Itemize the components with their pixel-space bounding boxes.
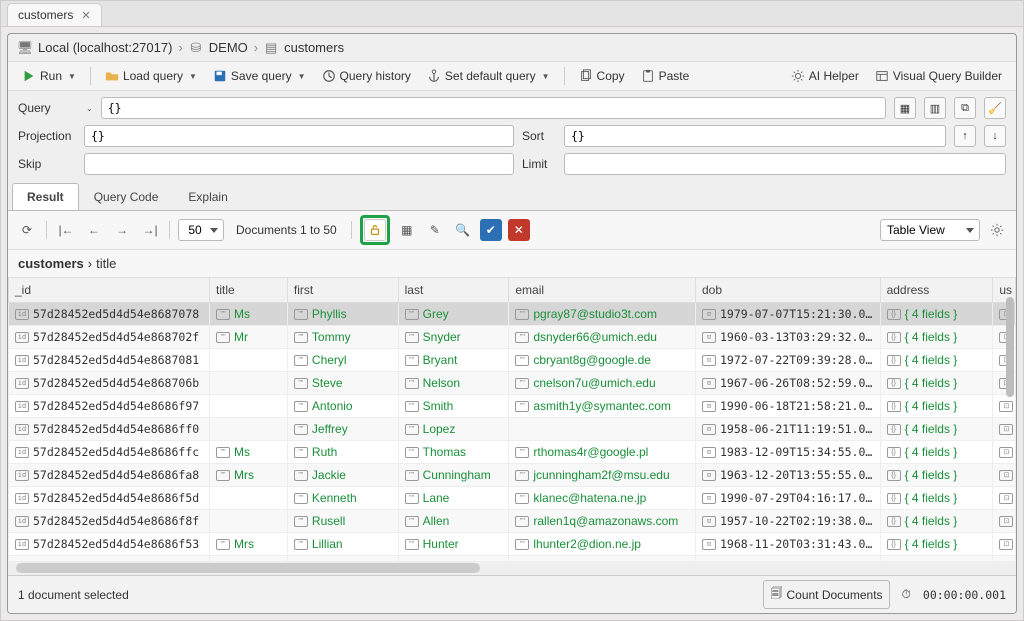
breadcrumb-collection[interactable]: customers xyxy=(284,40,344,55)
view-mode-select[interactable]: Table View xyxy=(880,219,980,241)
history-icon xyxy=(322,69,336,83)
horizontal-scrollbar[interactable] xyxy=(16,563,480,573)
table-row[interactable]: id57d28452ed5d4d54e8687078""Ms""Phyllis"… xyxy=(9,303,1016,326)
results-grid[interactable]: _idtitlefirstlastemaildobaddressus id57d… xyxy=(8,277,1016,561)
query-label: Query xyxy=(18,101,76,115)
tab-query-code[interactable]: Query Code xyxy=(79,183,174,210)
clock-icon: ⏱ xyxy=(902,587,911,602)
breadcrumb: 🖥 Local (localhost:27017) › ⛁ DEMO › ▤ c… xyxy=(8,34,1016,61)
paste-icon xyxy=(641,69,655,83)
count-documents-button[interactable]: 🗐 Count Documents xyxy=(763,580,889,609)
folder-icon xyxy=(105,69,119,83)
column-header[interactable]: title xyxy=(209,278,287,303)
breadcrumb-host[interactable]: Local (localhost:27017) xyxy=(38,40,172,55)
save-icon xyxy=(213,69,227,83)
query-opt-2[interactable]: ▥ xyxy=(924,97,946,119)
skip-input[interactable] xyxy=(84,153,514,175)
tab-title: customers xyxy=(18,8,73,22)
column-header[interactable]: _id xyxy=(9,278,210,303)
unlock-icon xyxy=(368,223,382,237)
table-row[interactable]: id57d28452ed5d4d54e8686f8f""Rusell""Alle… xyxy=(9,510,1016,533)
collection-icon: ▤ xyxy=(264,41,278,55)
limit-input[interactable] xyxy=(564,153,1006,175)
next-page-button[interactable]: → xyxy=(111,219,133,241)
table-row[interactable]: id57d28452ed5d4d54e8686fa8""Mrs""Jackie"… xyxy=(9,464,1016,487)
copy-button[interactable]: Copy xyxy=(573,66,631,86)
table-row[interactable]: id57d28452ed5d4d54e8686ffc""Ms""Ruth""Th… xyxy=(9,441,1016,464)
run-button[interactable]: Run▼ xyxy=(16,66,82,86)
chevron-down-icon[interactable]: ⌄ xyxy=(86,104,93,113)
paste-button[interactable]: Paste xyxy=(635,66,696,86)
table-row[interactable]: id57d28452ed5d4d54e868706b""Steve""Nelso… xyxy=(9,372,1016,395)
breadcrumb-db[interactable]: DEMO xyxy=(209,40,248,55)
settings-button[interactable] xyxy=(986,219,1008,241)
collection-path: customers › title xyxy=(8,250,1016,277)
table-row[interactable]: id57d28452ed5d4d54e8686f95""Jim""Morris⊡… xyxy=(9,556,1016,562)
column-header[interactable]: last xyxy=(398,278,509,303)
query-opt-3[interactable]: ⧉ xyxy=(954,97,976,119)
limit-label: Limit xyxy=(522,157,556,171)
delete-button[interactable]: ✕ xyxy=(508,219,530,241)
table-row[interactable]: id57d28452ed5d4d54e8686ff0""Jeffrey""Lop… xyxy=(9,418,1016,441)
view-doc-button[interactable]: 🔍 xyxy=(452,219,474,241)
visual-query-builder-button[interactable]: Visual Query Builder xyxy=(869,66,1008,86)
table-row[interactable]: id57d28452ed5d4d54e8687081""Cheryl""Brya… xyxy=(9,349,1016,372)
execution-time: 00:00:00.001 xyxy=(923,588,1006,602)
tab-explain[interactable]: Explain xyxy=(173,183,242,210)
count-icon: 🗐 xyxy=(770,584,782,605)
tab-result[interactable]: Result xyxy=(12,183,79,210)
query-opt-1[interactable]: ▦ xyxy=(894,97,916,119)
gear-icon xyxy=(990,223,1004,237)
save-query-button[interactable]: Save query▼ xyxy=(207,66,312,86)
builder-icon xyxy=(875,69,889,83)
selection-status: 1 document selected xyxy=(18,588,129,602)
result-tabs: Result Query Code Explain xyxy=(8,183,1016,211)
prev-page-button[interactable]: ← xyxy=(83,219,105,241)
play-icon xyxy=(22,69,36,83)
page-size-select[interactable]: 50 xyxy=(178,219,224,241)
set-default-query-button[interactable]: Set default query▼ xyxy=(421,66,556,86)
column-header[interactable]: email xyxy=(509,278,696,303)
host-icon: 🖥 xyxy=(18,41,32,55)
close-icon[interactable]: ✕ xyxy=(81,9,90,22)
last-page-button[interactable]: →| xyxy=(139,219,161,241)
load-query-button[interactable]: Load query▼ xyxy=(99,66,203,86)
edit-doc-button[interactable]: ✎ xyxy=(424,219,446,241)
check-button[interactable]: ✔ xyxy=(480,219,502,241)
skip-label: Skip xyxy=(18,157,76,171)
anchor-icon xyxy=(427,69,441,83)
tab-strip: customers ✕ xyxy=(1,1,1023,27)
query-input[interactable] xyxy=(101,97,886,119)
document-tab[interactable]: customers ✕ xyxy=(7,3,102,26)
highlighted-unlock xyxy=(360,215,390,245)
table-row[interactable]: id57d28452ed5d4d54e8686f97""Antonio""Smi… xyxy=(9,395,1016,418)
query-history-button[interactable]: Query history xyxy=(316,66,417,86)
sort-label: Sort xyxy=(522,129,556,143)
unlock-button[interactable] xyxy=(364,219,386,241)
copy-icon xyxy=(579,69,593,83)
sort-desc-button[interactable]: ↓ xyxy=(984,125,1006,147)
result-toolbar: ⟳ |← ← → →| 50 Documents 1 to 50 ▦ ✎ 🔍 ✔… xyxy=(8,211,1016,250)
column-header[interactable]: dob xyxy=(696,278,881,303)
sort-asc-button[interactable]: ↑ xyxy=(954,125,976,147)
table-row[interactable]: id57d28452ed5d4d54e8686f53""Mrs""Lillian… xyxy=(9,533,1016,556)
table-row[interactable]: id57d28452ed5d4d54e8686f5d""Kenneth""Lan… xyxy=(9,487,1016,510)
table-row[interactable]: id57d28452ed5d4d54e868702f""Mr""Tommy""S… xyxy=(9,326,1016,349)
projection-label: Projection xyxy=(18,129,76,143)
main-toolbar: Run▼ Load query▼ Save query▼ Query histo… xyxy=(8,61,1016,91)
column-header[interactable]: first xyxy=(287,278,398,303)
status-bar: 1 document selected 🗐 Count Documents ⏱ … xyxy=(8,575,1016,613)
refresh-button[interactable]: ⟳ xyxy=(16,219,38,241)
sort-input[interactable] xyxy=(564,125,946,147)
clear-button[interactable]: 🧹 xyxy=(984,97,1006,119)
projection-input[interactable] xyxy=(84,125,514,147)
database-icon: ⛁ xyxy=(189,41,203,55)
document-range: Documents 1 to 50 xyxy=(236,223,337,237)
first-page-button[interactable]: |← xyxy=(55,219,77,241)
add-doc-button[interactable]: ▦ xyxy=(396,219,418,241)
ai-helper-button[interactable]: AI Helper xyxy=(785,66,865,86)
gear-icon xyxy=(791,69,805,83)
column-header[interactable]: address xyxy=(880,278,993,303)
vertical-scrollbar[interactable] xyxy=(1006,297,1014,397)
